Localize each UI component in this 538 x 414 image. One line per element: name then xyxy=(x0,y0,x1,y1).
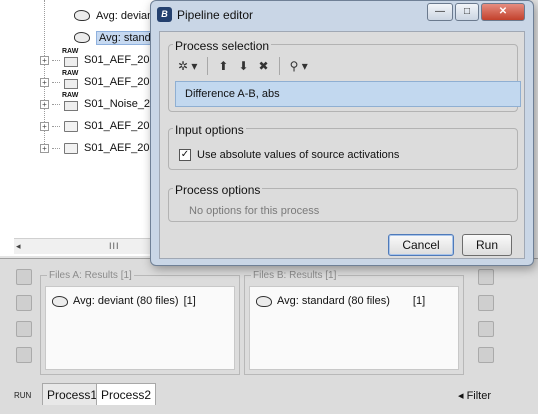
expand-icon[interactable]: + xyxy=(40,99,49,109)
recordings-icon[interactable] xyxy=(16,295,32,311)
time-freq-icon[interactable] xyxy=(16,347,32,363)
expand-icon[interactable]: + xyxy=(40,143,49,153)
process-selection-title: Process selection xyxy=(173,39,272,53)
expand-icon[interactable]: + xyxy=(40,77,49,87)
no-options-message: No options for this process xyxy=(189,205,320,217)
sources-icon[interactable] xyxy=(478,321,494,337)
files-b-item[interactable]: Avg: standard (80 files) [1] xyxy=(256,295,425,307)
files-a-list[interactable]: Avg: deviant (80 files) [1] xyxy=(45,286,235,370)
tree-connector xyxy=(52,147,60,149)
filter-button[interactable]: ◂ Filter xyxy=(458,389,491,402)
tab-process2[interactable]: Process2 xyxy=(96,383,157,405)
process-toolbar: ✲ ▾ ⬆ ⬇ ✖ ⚲ ▾ xyxy=(175,55,311,77)
files-a-legend: Files A: Results [1] xyxy=(47,270,134,281)
files-a-item-label: Avg: deviant (80 files) xyxy=(73,295,179,307)
process-panel: Files A: Results [1] Avg: deviant (80 fi… xyxy=(0,258,538,414)
checkbox-box[interactable]: ✓ xyxy=(179,149,191,161)
raw-tag: RAW xyxy=(62,70,79,77)
files-a-box: Files A: Results [1] Avg: deviant (80 fi… xyxy=(40,270,240,375)
scroll-thumb[interactable]: III xyxy=(109,241,120,251)
cancel-button[interactable]: Cancel xyxy=(388,234,454,256)
process-options-group: Process options No options for this proc… xyxy=(168,183,518,222)
raw-data-icon[interactable] xyxy=(478,269,494,285)
add-process-icon[interactable]: ✲ ▾ xyxy=(175,56,200,76)
move-down-icon[interactable]: ⬇ xyxy=(235,56,251,76)
abs-values-checkbox[interactable]: ✓ Use absolute values of source activati… xyxy=(179,149,399,161)
process-options-title: Process options xyxy=(173,183,263,197)
files-b-box: Files B: Results [1] Avg: standard (80 f… xyxy=(244,270,464,375)
scroll-left-icon[interactable]: ◂ xyxy=(16,241,21,252)
sources-icon[interactable] xyxy=(16,321,32,337)
process-list-item[interactable]: Difference A-B, abs xyxy=(175,81,521,107)
folder-icon xyxy=(62,119,80,133)
close-button[interactable]: ✕ xyxy=(481,3,525,21)
brain-icon xyxy=(74,9,92,23)
raw-tag: RAW xyxy=(62,92,79,99)
folder-icon xyxy=(62,141,80,155)
move-up-icon[interactable]: ⬆ xyxy=(215,56,231,76)
pipeline-tree-icon[interactable]: ⚲ ▾ xyxy=(287,56,311,76)
raw-file-icon: RAW xyxy=(62,92,80,111)
brain-icon xyxy=(52,295,68,307)
tree-item-raw-1[interactable]: + RAW S01_AEF_2013 xyxy=(40,48,162,70)
delete-icon[interactable]: ✖ xyxy=(256,56,272,76)
recordings-icon[interactable] xyxy=(478,295,494,311)
minimize-button[interactable]: — xyxy=(427,3,453,21)
files-b-item-label: Avg: standard (80 files) xyxy=(277,295,390,307)
toolbar-separator xyxy=(278,57,280,75)
files-a-item-count: [1] xyxy=(183,295,196,307)
brain-icon xyxy=(74,31,92,45)
files-b-side-toolbar xyxy=(478,269,498,363)
dialog-titlebar[interactable]: B Pipeline editor — □ ✕ xyxy=(151,1,533,29)
files-a-item[interactable]: Avg: deviant (80 files) [1] xyxy=(52,295,196,307)
raw-data-icon[interactable] xyxy=(16,269,32,285)
toolbar-separator xyxy=(207,57,209,75)
files-b-legend: Files B: Results [1] xyxy=(251,270,339,281)
tree-item-folder-1[interactable]: + S01_AEF_2013 xyxy=(40,116,162,136)
expand-icon[interactable]: + xyxy=(40,55,49,65)
tree-item-label: Avg: deviant xyxy=(96,10,157,22)
input-options-group: Input options ✓ Use absolute values of s… xyxy=(168,123,518,170)
tree-item-raw-2[interactable]: + RAW S01_AEF_2013 xyxy=(40,70,162,92)
abs-values-label[interactable]: Use absolute values of source activation… xyxy=(197,149,399,161)
maximize-button[interactable]: □ xyxy=(455,3,479,21)
files-b-list[interactable]: Avg: standard (80 files) [1] xyxy=(249,286,459,370)
raw-file-icon: RAW xyxy=(62,70,80,89)
dialog-title: Pipeline editor xyxy=(177,8,254,22)
files-b-item-count: [1] xyxy=(412,295,426,307)
tree-connector xyxy=(52,81,60,83)
files-a-side-toolbar xyxy=(16,269,36,363)
brain-icon xyxy=(256,295,272,307)
process-selection-group: Process selection ✲ ▾ ⬆ ⬇ ✖ ⚲ ▾ Differen… xyxy=(168,39,521,112)
raw-tag: RAW xyxy=(62,48,79,55)
input-options-title: Input options xyxy=(173,123,246,137)
expand-icon[interactable]: + xyxy=(40,121,49,131)
tree-item-folder-2[interactable]: + S01_AEF_2013 xyxy=(40,138,162,158)
dialog-content: Process selection ✲ ▾ ⬆ ⬇ ✖ ⚲ ▾ Differen… xyxy=(159,31,525,259)
run-button[interactable]: Run xyxy=(462,234,512,256)
pipeline-editor-dialog: B Pipeline editor — □ ✕ Process selectio… xyxy=(150,0,534,266)
run-label[interactable]: RUN xyxy=(14,391,31,400)
tab-process1[interactable]: Process1 xyxy=(42,383,103,405)
raw-file-icon: RAW xyxy=(62,48,80,67)
tree-connector xyxy=(52,59,60,61)
tree-connector xyxy=(52,125,60,127)
tree-item-avg-deviant[interactable]: Avg: deviant xyxy=(74,6,156,26)
time-freq-icon[interactable] xyxy=(478,347,494,363)
tree-item-raw-3[interactable]: + RAW S01_Noise_201 xyxy=(40,92,162,114)
tree-connector xyxy=(52,103,60,105)
brainstorm-logo-icon: B xyxy=(157,7,172,22)
